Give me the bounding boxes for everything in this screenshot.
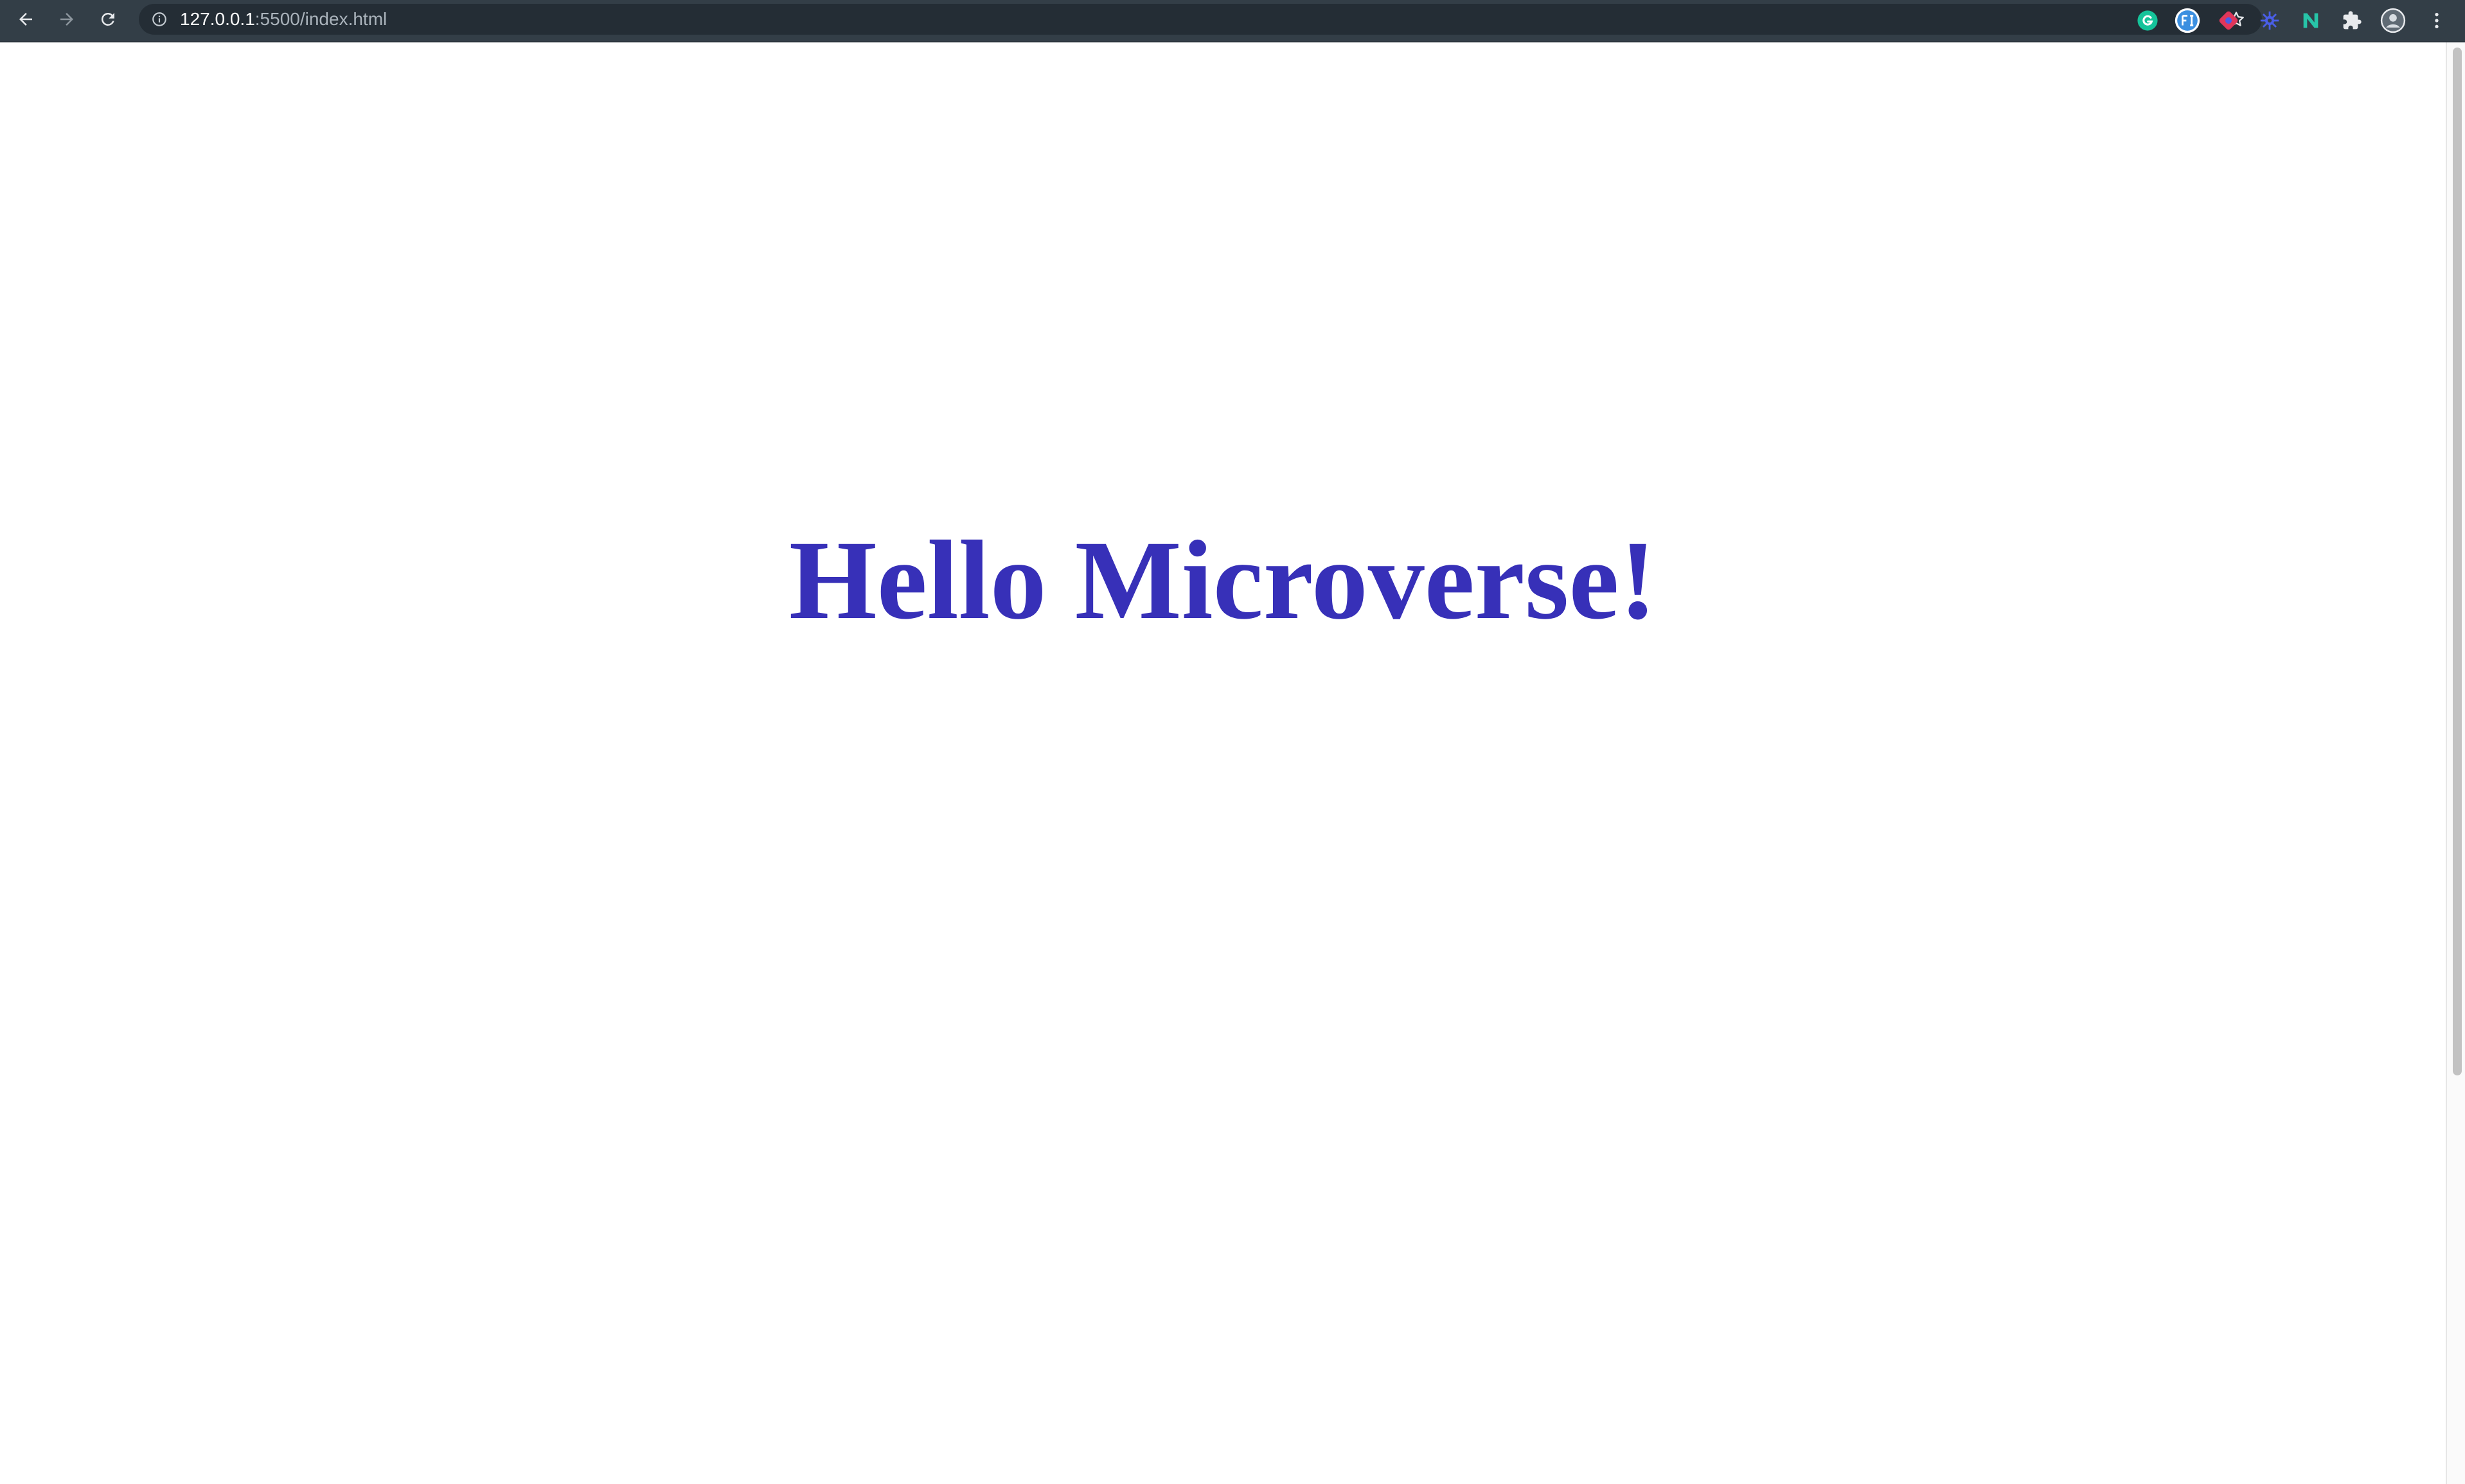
n-extension-icon[interactable] [2298, 8, 2324, 33]
url-text[interactable]: 127.0.0.1:5500/index.html [180, 4, 387, 35]
url-path: :5500/index.html [254, 9, 387, 29]
url-host: 127.0.0.1 [180, 9, 255, 29]
profile-avatar[interactable] [2380, 8, 2406, 33]
forward-arrow-icon[interactable] [50, 0, 84, 39]
address-bar[interactable]: 127.0.0.1:5500/index.html [139, 4, 2262, 35]
page-heading: Hello Microverse! [788, 518, 1657, 643]
scrollbar-thumb[interactable] [2453, 48, 2462, 1075]
gear-extension-icon[interactable] [2257, 8, 2283, 33]
reload-icon[interactable] [91, 0, 125, 39]
red-extension-icon[interactable] [2216, 8, 2241, 33]
fi-extension-icon[interactable] [2175, 8, 2200, 33]
vertical-scrollbar[interactable] [2446, 42, 2465, 1484]
browser-toolbar: 127.0.0.1:5500/index.html [0, 0, 2465, 42]
page-viewport: Hello Microverse! [0, 42, 2446, 1484]
back-arrow-icon[interactable] [9, 0, 42, 39]
puzzle-extensions-icon[interactable] [2339, 8, 2365, 33]
grammarly-icon[interactable] [2135, 8, 2160, 33]
browser-menu-icon[interactable] [2424, 8, 2450, 33]
info-icon[interactable] [149, 4, 170, 35]
